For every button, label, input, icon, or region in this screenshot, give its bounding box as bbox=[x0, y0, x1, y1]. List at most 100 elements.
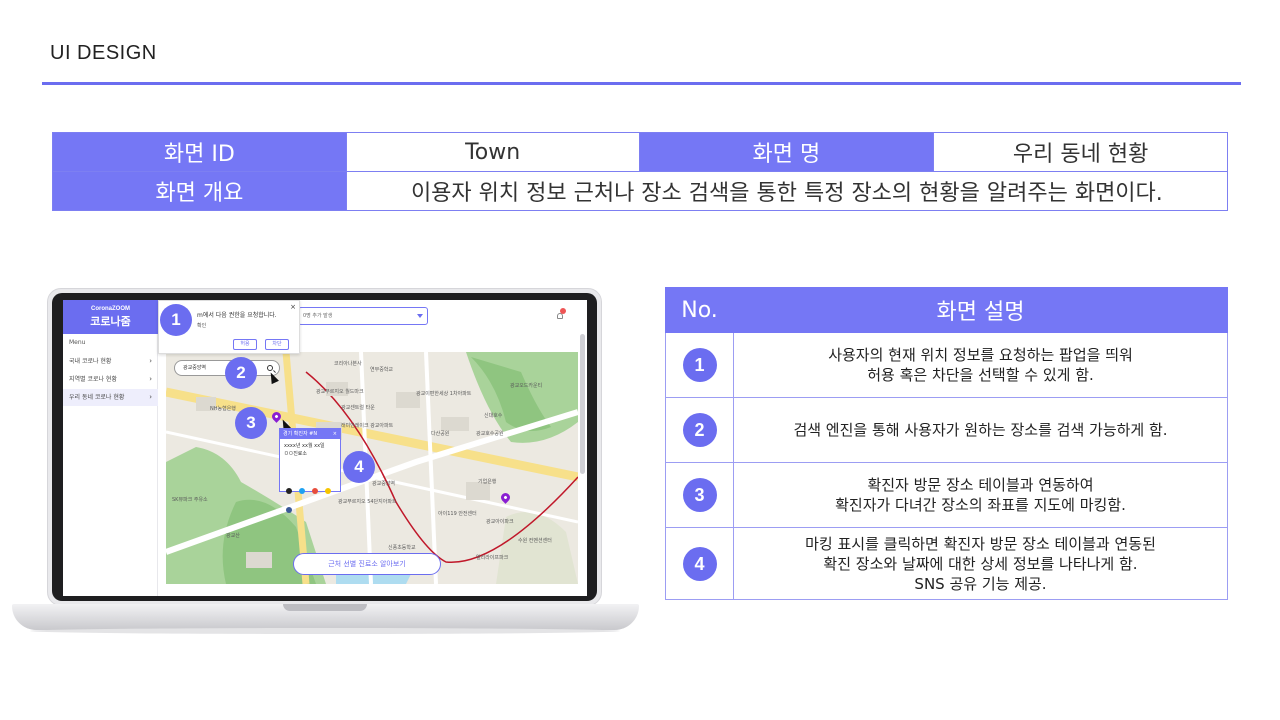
app-sidebar: CoronaZOOM 코로나줌 Menu 국내 코로나 현황 › 지역별 코로나… bbox=[63, 300, 158, 596]
map-label: 광교중앙역 bbox=[372, 481, 396, 487]
map-label: 광교푸르지오 월드마크 bbox=[316, 389, 364, 395]
row-number-badge: 2 bbox=[682, 413, 717, 447]
map-label: NH농협은행 bbox=[210, 406, 236, 412]
laptop-shadow bbox=[30, 628, 620, 634]
annotation-badge-2: 2 bbox=[225, 357, 257, 389]
row-number-cell: 1 bbox=[665, 332, 734, 398]
chevron-right-icon: › bbox=[149, 393, 152, 401]
screen-description-table: No. 화면 설명 1 사용자의 현재 위치 정보를 요청하는 팝업을 띄워 허… bbox=[665, 287, 1228, 600]
row-number-cell: 4 bbox=[665, 527, 734, 600]
map-label: 신대호수 bbox=[484, 413, 503, 419]
title-divider bbox=[42, 82, 1241, 85]
description-line: 검색 엔진을 통해 사용자가 원하는 장소를 검색 가능하게 함. bbox=[793, 421, 1168, 439]
annotation-badge-3: 3 bbox=[235, 407, 267, 439]
sidebar-item-regional[interactable]: 지역별 코로나 현황 › bbox=[63, 371, 158, 388]
twitter-icon[interactable] bbox=[299, 488, 306, 494]
row-number-cell: 2 bbox=[665, 397, 734, 463]
map-label: SK뷰파크 주유소 bbox=[172, 497, 208, 503]
map-label: 광교푸르지오 54단지아파트 bbox=[338, 499, 397, 505]
marker-card-title: 경기 확진자 #N bbox=[283, 431, 318, 437]
description-line: 허용 혹은 차단을 선택할 수 있게 함. bbox=[867, 366, 1094, 384]
description-line: 확진자 방문 장소 테이블과 연동하여 bbox=[867, 476, 1094, 494]
overview-value: 이용자 위치 정보 근처나 장소 검색을 통한 특정 장소의 현황을 알려주는 … bbox=[345, 171, 1229, 211]
map-label: 광교아이파크 bbox=[486, 519, 514, 525]
close-icon[interactable]: × bbox=[333, 429, 337, 439]
page-title: UI DESIGN bbox=[50, 42, 157, 64]
row-description-cell: 사용자의 현재 위치 정보를 요청하는 팝업을 띄워 허용 혹은 차단을 선택할… bbox=[733, 332, 1228, 398]
laptop-screen: CoronaZOOM 코로나줌 Menu 국내 코로나 현황 › 지역별 코로나… bbox=[63, 300, 587, 596]
overview-label: 화면 개요 bbox=[52, 171, 347, 211]
sidebar-item-domestic[interactable]: 국내 코로나 현황 › bbox=[63, 353, 158, 370]
map-label: 아이119 안전센터 bbox=[438, 511, 477, 517]
map-label: 광교센트럴 타운 bbox=[341, 405, 375, 411]
description-line: SNS 공유 기능 제공. bbox=[914, 574, 1047, 593]
app-logo[interactable]: CoronaZOOM 코로나줌 bbox=[63, 300, 158, 334]
description-line: 확진 장소와 날짜에 대한 상세 정보를 나타나게 함. bbox=[823, 554, 1138, 573]
menu-heading: Menu bbox=[69, 339, 86, 346]
sidebar-item-label: 국내 코로나 현황 bbox=[69, 358, 112, 365]
row-number-badge: 4 bbox=[682, 546, 717, 581]
row-description-cell: 확진자 방문 장소 테이블과 연동하여 확진자가 다녀간 장소의 좌표를 지도에… bbox=[733, 462, 1228, 528]
permission-message: m에서 다음 권한을 요청합니다. bbox=[197, 312, 277, 319]
sns-share-row bbox=[286, 479, 340, 517]
search-icon[interactable] bbox=[267, 365, 273, 371]
chevron-right-icon: › bbox=[149, 375, 152, 383]
map-label: 연무중학교 bbox=[370, 367, 394, 373]
status-select[interactable]: 0명 추가 발생 bbox=[298, 307, 428, 325]
marker-card-date: xxxx년 xx월 xx일 bbox=[284, 443, 325, 449]
screen-id-value: Town bbox=[345, 132, 640, 172]
annotation-badge-4: 4 bbox=[343, 451, 375, 483]
sidebar-item-label: 우리 동네 코로나 현황 bbox=[69, 394, 125, 401]
map-label: 광교이편한세상 1차아파트 bbox=[416, 391, 472, 397]
chevron-right-icon: › bbox=[149, 357, 152, 365]
logo-korean: 코로나줌 bbox=[90, 315, 131, 328]
map-label: 다산공원 bbox=[431, 431, 450, 437]
map-label: 광교호수공원 bbox=[476, 431, 504, 437]
row-number-cell: 3 bbox=[665, 462, 734, 528]
notification-badge bbox=[560, 308, 566, 314]
block-button[interactable]: 차단 bbox=[265, 339, 289, 350]
status-select-value: 0명 추가 발생 bbox=[303, 313, 333, 319]
instagram-icon[interactable] bbox=[312, 488, 319, 494]
sidebar-item-town[interactable]: 우리 동네 코로나 현황 › bbox=[63, 389, 158, 406]
map-label: 광교오드카운티 bbox=[510, 383, 543, 389]
dropdown-arrow-icon bbox=[417, 314, 423, 318]
logo-wordmark: CoronaZOOM bbox=[91, 306, 130, 312]
nearby-clinic-button[interactable]: 근처 선별 진료소 알아보기 bbox=[293, 553, 441, 575]
marker-card-header: 경기 확진자 #N × bbox=[280, 429, 340, 439]
row-description-cell: 검색 엔진을 통해 사용자가 원하는 장소를 검색 가능하게 함. bbox=[733, 397, 1228, 463]
facebook-icon[interactable] bbox=[286, 507, 292, 513]
description-line: 확진자가 다녀간 장소의 좌표를 지도에 마킹함. bbox=[835, 496, 1126, 514]
column-description: 화면 설명 bbox=[733, 287, 1228, 333]
map-label: 코리아나본사 bbox=[334, 361, 362, 367]
map-label: 래미안레이크 광교아파트 bbox=[341, 423, 394, 429]
description-line: 마킹 표시를 클릭하면 확진자 방문 장소 테이블과 연동된 bbox=[805, 534, 1156, 553]
laptop-notch bbox=[283, 604, 367, 611]
map-label: 기업은행 bbox=[478, 479, 497, 485]
screen-name-value: 우리 동네 현황 bbox=[933, 132, 1228, 172]
sidebar-item-label: 지역별 코로나 현황 bbox=[69, 376, 117, 383]
map-label: 광교산 bbox=[226, 533, 240, 539]
row-number-badge: 1 bbox=[682, 348, 717, 382]
table-row: 1 사용자의 현재 위치 정보를 요청하는 팝업을 띄워 허용 혹은 차단을 선… bbox=[665, 332, 1228, 398]
screen-id-label: 화면 ID bbox=[52, 132, 347, 172]
map-label: 신풍초등학교 bbox=[388, 545, 416, 551]
kakaotalk-icon[interactable] bbox=[325, 488, 332, 494]
map-label: 엘리라이프파크 bbox=[476, 555, 509, 561]
map-label: 수원 컨벤션센터 bbox=[518, 538, 552, 544]
share-icon[interactable] bbox=[286, 488, 292, 494]
table-row: 4 마킹 표시를 클릭하면 확진자 방문 장소 테이블과 연동된 확진 장소와 … bbox=[665, 527, 1228, 600]
column-no: No. bbox=[665, 287, 734, 333]
allow-button[interactable]: 허용 bbox=[233, 339, 257, 350]
marker-info-card: 경기 확진자 #N × xxxx년 xx월 xx일 ㅁㅁ진료소 bbox=[279, 428, 341, 513]
description-line: 사용자의 현재 위치 정보를 요청하는 팝업을 띄워 bbox=[828, 346, 1133, 364]
table-row: 3 확진자 방문 장소 테이블과 연동하여 확진자가 다녀간 장소의 좌표를 지… bbox=[665, 462, 1228, 528]
permission-subtext: 확인 bbox=[197, 323, 207, 329]
table-row: 2 검색 엔진을 통해 사용자가 원하는 장소를 검색 가능하게 함. bbox=[665, 397, 1228, 463]
row-description-cell: 마킹 표시를 클릭하면 확진자 방문 장소 테이블과 연동된 확진 장소와 날짜… bbox=[733, 527, 1228, 600]
row-number-badge: 3 bbox=[682, 478, 717, 512]
vertical-scrollbar[interactable] bbox=[580, 334, 585, 474]
screen-info-table: 화면 ID Town 화면 명 우리 동네 현황 화면 개요 이용자 위치 정보… bbox=[52, 132, 1229, 211]
close-icon[interactable]: × bbox=[290, 303, 296, 311]
annotation-badge-1: 1 bbox=[160, 304, 192, 336]
